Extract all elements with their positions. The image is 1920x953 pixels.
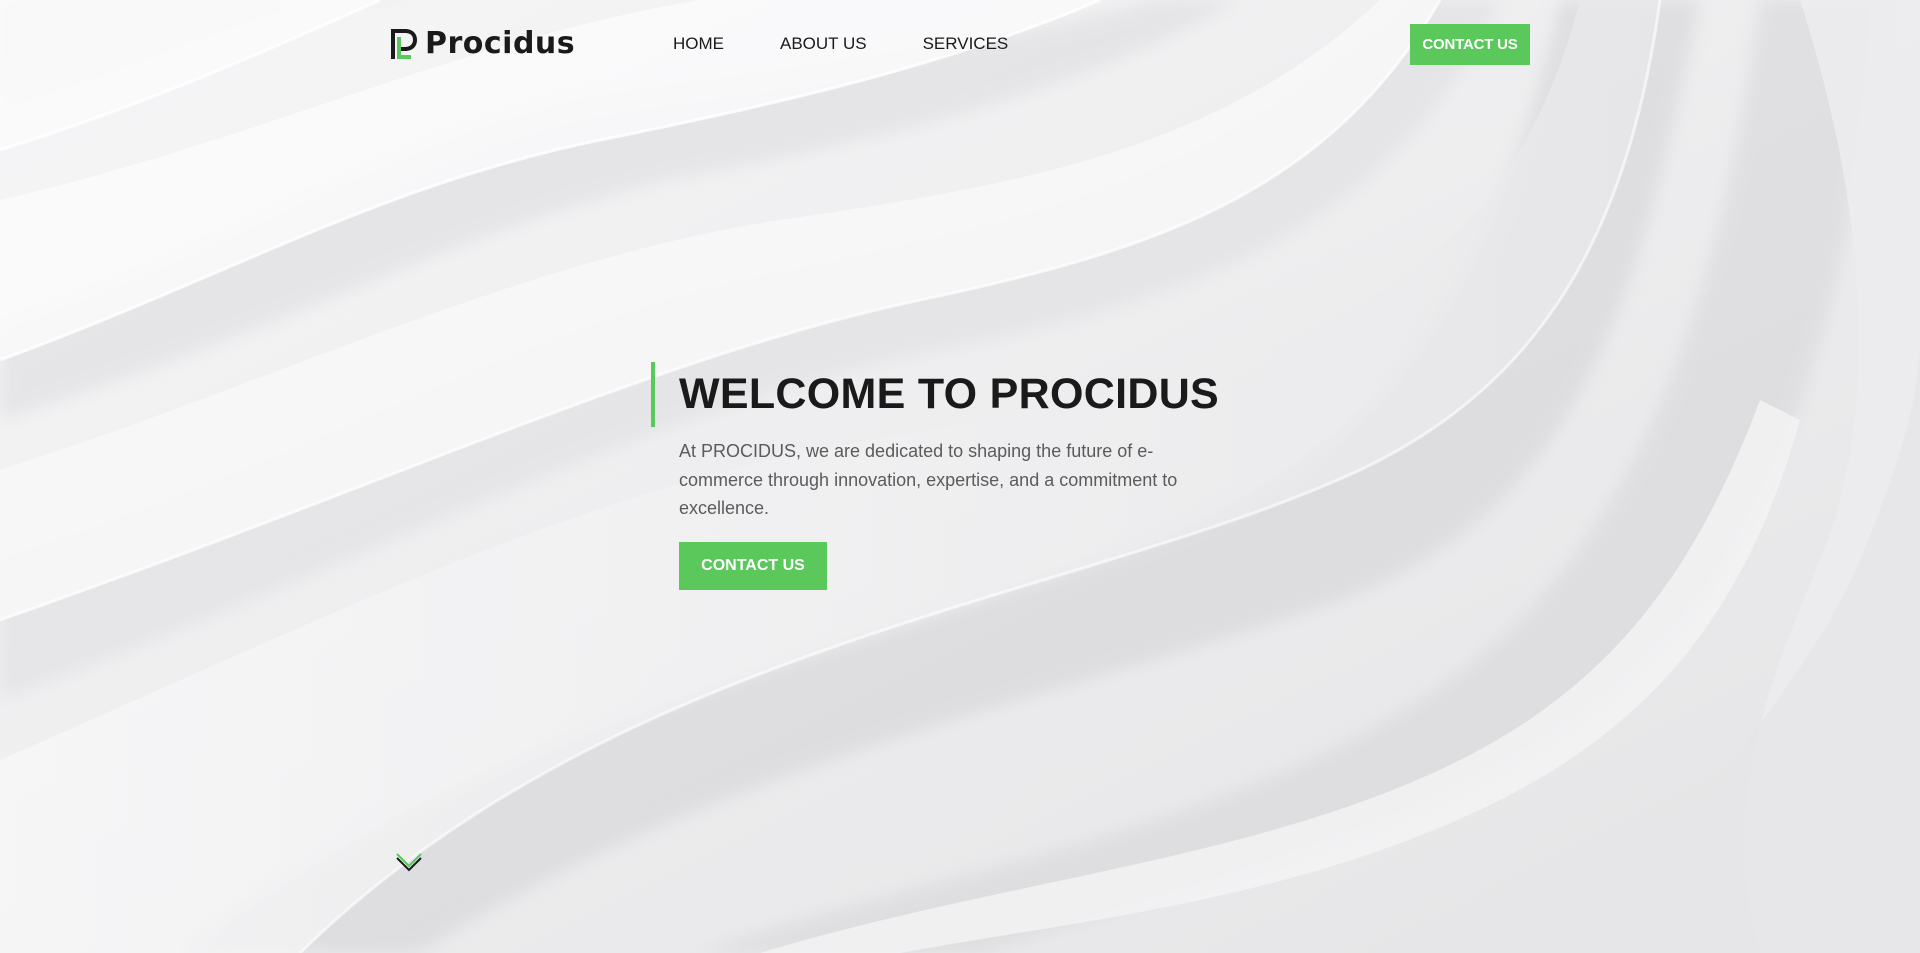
nav-item-home[interactable]: HOME (673, 33, 724, 55)
nav-item-about-us[interactable]: ABOUT US (780, 33, 867, 55)
hero-title: WELCOME TO PROCIDUS (679, 370, 1220, 418)
hero-contact-button[interactable]: CONTACT US (679, 542, 827, 590)
header-contact-button[interactable]: CONTACT US (1410, 24, 1530, 65)
procidus-logo-mark-icon (391, 29, 417, 59)
hero-accent-bar (651, 362, 655, 427)
nav-item-services[interactable]: SERVICES (923, 33, 1009, 55)
brand-name: Procidus (425, 26, 576, 61)
landing-page: Procidus HOME ABOUT US SERVICES CONTACT … (0, 0, 1920, 953)
site-header: Procidus HOME ABOUT US SERVICES CONTACT … (0, 0, 1920, 90)
main-nav: HOME ABOUT US SERVICES (673, 33, 1064, 55)
hero-description: At PROCIDUS, we are dedicated to shaping… (679, 441, 1178, 518)
chevron-down-icon[interactable] (393, 848, 425, 872)
logo[interactable]: Procidus (389, 26, 575, 62)
